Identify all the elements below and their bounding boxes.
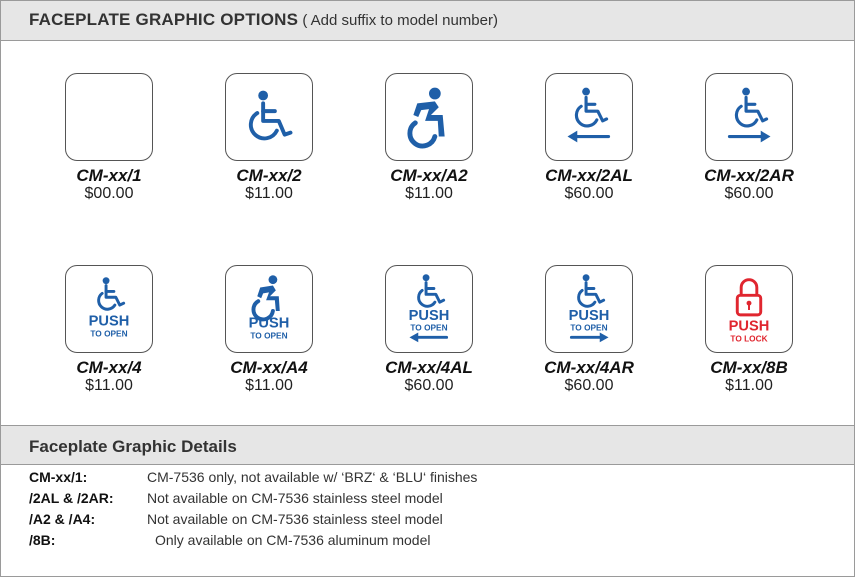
detail-key: CM-xx/1: [29, 469, 88, 485]
model-number: CM-xx/8B [710, 358, 788, 377]
detail-value: Not available on CM-7536 stainless steel… [147, 490, 443, 506]
options-title: FACEPLATE GRAPHIC OPTIONS [29, 10, 299, 29]
to-open-text: TO OPEN [250, 330, 287, 340]
detail-row: /8B: Only available on CM-7536 aluminum … [1, 530, 854, 551]
options-header: FACEPLATE GRAPHIC OPTIONS ( Add suffix t… [1, 1, 854, 41]
wheelchair-left-arrow-icon [545, 73, 633, 161]
option-card: CM-xx/2AL $60.00 [529, 73, 649, 203]
price: $11.00 [245, 185, 293, 202]
detail-row: CM-xx/1: CM-7536 only, not available w/ … [1, 467, 854, 488]
faceplate-options-panel: FACEPLATE GRAPHIC OPTIONS ( Add suffix t… [0, 0, 855, 577]
option-card: CM-xx/2AR $60.00 [689, 73, 809, 203]
price: $11.00 [405, 185, 453, 202]
model-number: CM-xx/2 [236, 166, 302, 185]
details-title: Faceplate Graphic Details [1, 425, 854, 465]
model-number: CM-xx/A2 [390, 166, 468, 185]
model-number: CM-xx/2AR [704, 166, 794, 185]
price: $60.00 [724, 185, 774, 202]
detail-value: Not available on CM-7536 stainless steel… [147, 511, 443, 527]
options-grid: CM-xx/1 $00.00 CM-xx/2 $11.00 CM-xx/A2 $… [1, 41, 854, 425]
price: $60.00 [564, 377, 614, 394]
push-text: PUSH [569, 308, 610, 324]
model-number: CM-xx/4 [76, 358, 142, 377]
price: $60.00 [404, 377, 454, 394]
model-number: CM-xx/1 [76, 166, 142, 185]
to-open-text: TO OPEN [570, 323, 607, 333]
model-number: CM-xx/4AR [544, 358, 634, 377]
option-card: CM-xx/2 $11.00 [209, 73, 329, 203]
detail-key: /8B: [29, 532, 56, 548]
detail-row: /A2 & /A4: Not available on CM-7536 stai… [1, 509, 854, 530]
wheelchair-push-left-icon: PUSH TO OPEN [385, 265, 473, 353]
option-card: PUSH TO OPEN CM-xx/A4 $11.00 [209, 265, 329, 395]
detail-key: /A2 & /A4: [29, 511, 96, 527]
wheelchair-push-right-icon: PUSH TO OPEN [545, 265, 633, 353]
accessible-push-icon: PUSH TO OPEN [225, 265, 313, 353]
option-card: PUSH TO OPEN CM-xx/4AL $60.00 [369, 265, 489, 395]
detail-key: /2AL & /2AR: [29, 490, 114, 506]
model-number: CM-xx/4AL [385, 358, 473, 377]
detail-value: CM-7536 only, not available w/ ‘BRZ‘ & ‘… [147, 469, 478, 485]
lock-push-icon: PUSH TO LOCK [705, 265, 793, 353]
price: $11.00 [725, 377, 773, 394]
detail-value: Only available on CM-7536 aluminum model [155, 532, 431, 548]
to-lock-text: TO LOCK [730, 333, 767, 343]
option-card: CM-xx/A2 $11.00 [369, 73, 489, 203]
option-card: CM-xx/1 $00.00 [49, 73, 169, 203]
details-list: CM-xx/1: CM-7536 only, not available w/ … [1, 467, 854, 551]
price: $00.00 [84, 185, 134, 202]
push-text: PUSH [409, 308, 450, 324]
detail-row: /2AL & /2AR: Not available on CM-7536 st… [1, 488, 854, 509]
blank-icon [65, 73, 153, 161]
option-card: PUSH TO OPEN CM-xx/4AR $60.00 [529, 265, 649, 395]
options-subtitle: ( Add suffix to model number) [298, 12, 498, 29]
accessible-wheelchair-icon [385, 73, 473, 161]
to-open-text: TO OPEN [90, 328, 127, 338]
model-number: CM-xx/A4 [230, 358, 308, 377]
push-text: PUSH [89, 314, 130, 330]
model-number: CM-xx/2AL [545, 166, 633, 185]
wheelchair-icon [225, 73, 313, 161]
push-text: PUSH [249, 316, 290, 332]
price: $11.00 [85, 377, 133, 394]
option-card: PUSH TO LOCK CM-xx/8B $11.00 [689, 265, 809, 395]
option-card: PUSH TO OPEN CM-xx/4 $11.00 [49, 265, 169, 395]
price: $11.00 [245, 377, 293, 394]
wheelchair-push-icon: PUSH TO OPEN [65, 265, 153, 353]
price: $60.00 [564, 185, 614, 202]
wheelchair-right-arrow-icon [705, 73, 793, 161]
to-open-text: TO OPEN [410, 323, 447, 333]
push-text: PUSH [729, 319, 770, 335]
